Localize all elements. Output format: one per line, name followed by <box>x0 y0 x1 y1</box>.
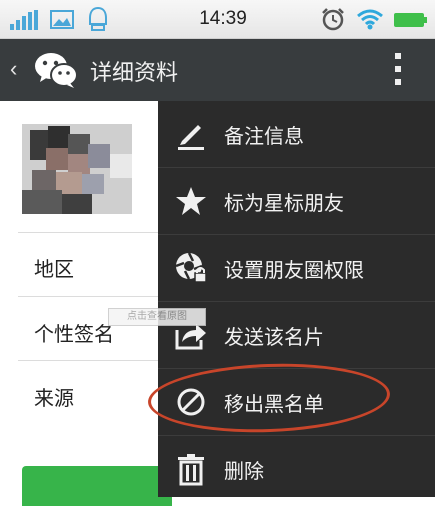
notification-icon <box>89 6 107 31</box>
menu-item-label: 删除 <box>224 459 264 483</box>
status-time: 14:39 <box>199 8 247 29</box>
camera-lock-icon <box>175 252 207 283</box>
source-label: 来源 <box>34 386 74 410</box>
menu-item-label: 设置朋友圈权限 <box>224 258 364 282</box>
back-button[interactable]: ‹ <box>10 56 17 82</box>
divider <box>18 296 158 297</box>
signal-icon <box>10 10 38 30</box>
image-icon <box>50 10 74 29</box>
wechat-logo-icon <box>35 53 78 88</box>
title-bar: ‹ 详细资料 <box>0 39 435 101</box>
menu-item-star[interactable]: 标为星标朋友 <box>158 168 435 234</box>
menu-item-moments-permission[interactable]: 设置朋友圈权限 <box>158 235 435 301</box>
more-vertical-icon[interactable] <box>392 53 404 87</box>
menu-item-delete[interactable]: 删除 <box>158 436 435 502</box>
avatar[interactable] <box>22 124 132 214</box>
alarm-icon <box>322 8 344 31</box>
view-image-tooltip: 点击查看原图 <box>108 308 206 326</box>
menu-item-label: 标为星标朋友 <box>224 191 344 215</box>
pencil-icon <box>178 125 204 150</box>
menu-item-label: 备注信息 <box>224 124 304 148</box>
trash-icon <box>178 454 204 486</box>
signature-label: 个性签名 <box>34 322 114 346</box>
status-bar: 14:39 <box>0 0 435 39</box>
wifi-icon <box>357 9 383 30</box>
page-title: 详细资料 <box>90 61 179 86</box>
overflow-menu: 备注信息 标为星标朋友 设置朋友圈权限 发送该名片 移出黑名单 删除 <box>158 101 435 497</box>
menu-item-remark[interactable]: 备注信息 <box>158 101 435 167</box>
send-message-button[interactable] <box>22 466 172 506</box>
region-label: 地区 <box>34 257 74 281</box>
battery-icon <box>394 13 427 27</box>
star-icon <box>176 187 206 215</box>
divider <box>18 232 158 233</box>
menu-item-label: 发送该名片 <box>224 325 324 349</box>
divider <box>18 360 158 361</box>
